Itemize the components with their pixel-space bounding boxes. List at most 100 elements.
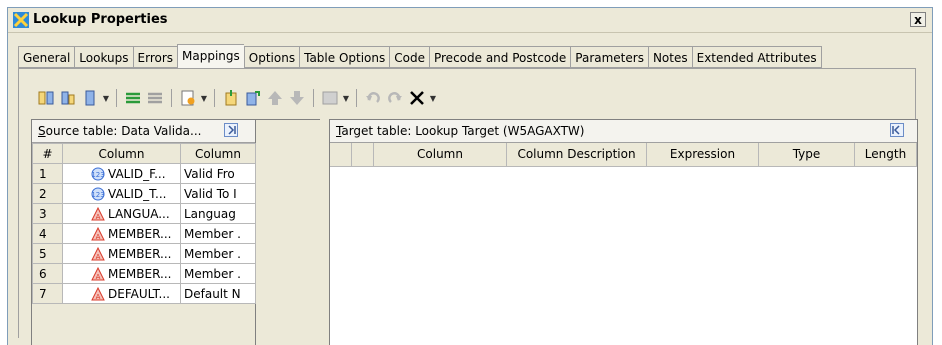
column-name-cell: A MEMBER...: [62, 263, 181, 284]
tab-lookups[interactable]: Lookups: [74, 46, 133, 68]
svg-text:A: A: [96, 213, 101, 221]
row-number: 1: [32, 163, 63, 184]
properties-tabs: General Lookups Errors Mappings Options …: [18, 44, 822, 68]
toolbar-separator: [356, 89, 357, 107]
export-icon[interactable]: [243, 88, 263, 108]
column-description-cell: Valid To I: [180, 183, 256, 204]
table-row[interactable]: 5 A MEMBER... Member .: [32, 243, 256, 264]
svg-text:A: A: [96, 233, 101, 241]
column-header-description[interactable]: Column: [180, 143, 256, 164]
lookup-app-icon: [13, 12, 29, 28]
svg-text:A: A: [96, 293, 101, 301]
chevron-right-icon: [228, 125, 236, 135]
character-column-icon: A: [91, 246, 105, 261]
column-description-cell: Valid Fro: [180, 163, 256, 184]
unmap-icon[interactable]: [145, 88, 165, 108]
column-header-type[interactable]: Type: [759, 143, 855, 166]
tab-general[interactable]: General: [18, 46, 75, 68]
table-row[interactable]: 7 A DEFAULT... Default N: [32, 283, 256, 304]
window-title: Lookup Properties: [33, 12, 168, 27]
mapping-toolbar: ▼ ▼ ▼ ▼: [12, 86, 437, 110]
column-description-cell: Member .: [180, 263, 256, 284]
character-column-icon: A: [91, 226, 105, 241]
tab-parameters[interactable]: Parameters: [570, 46, 648, 68]
numeric-column-icon: 123: [91, 187, 105, 200]
table-row[interactable]: 2 123 VALID_T... Valid To I: [32, 183, 256, 204]
column-name-cell: A MEMBER...: [62, 243, 181, 264]
tab-table-options[interactable]: Table Options: [299, 46, 390, 68]
table-row[interactable]: 4 A MEMBER... Member .: [32, 223, 256, 244]
row-number: 7: [32, 283, 63, 304]
column-header-selector[interactable]: [330, 143, 352, 166]
column-name-cell: 123 VALID_T...: [62, 183, 181, 204]
toolbar-separator: [214, 89, 215, 107]
mapping-lines-area: [256, 119, 320, 345]
tab-errors[interactable]: Errors: [132, 46, 178, 68]
column-header-column[interactable]: Column: [62, 143, 181, 164]
row-number: 2: [32, 183, 63, 204]
redo-icon[interactable]: [385, 88, 405, 108]
move-down-icon[interactable]: [287, 88, 307, 108]
row-number: 3: [32, 203, 63, 224]
toolbar-separator: [116, 89, 117, 107]
map-all-icon[interactable]: [123, 88, 143, 108]
table-row[interactable]: 6 A MEMBER... Member .: [32, 263, 256, 284]
row-number: 6: [32, 263, 63, 284]
import-icon[interactable]: [221, 88, 241, 108]
quick-map-icon[interactable]: [58, 88, 78, 108]
column-description-cell: Languag: [180, 203, 256, 224]
tab-code[interactable]: Code: [389, 46, 429, 68]
tab-extended-attributes[interactable]: Extended Attributes: [691, 46, 822, 68]
source-table-panel: Source table: Data Valida... # Column Co…: [31, 119, 256, 345]
character-column-icon: A: [91, 286, 105, 301]
svg-text:A: A: [96, 253, 101, 261]
character-column-icon: A: [91, 266, 105, 281]
chevron-left-icon: [892, 125, 900, 135]
column-name-cell: A LANGUA...: [62, 203, 181, 224]
column-header-column[interactable]: Column: [374, 143, 507, 166]
column-header-num[interactable]: #: [32, 143, 63, 164]
svg-text:123: 123: [91, 171, 104, 179]
row-number: 5: [32, 243, 63, 264]
svg-text:A: A: [96, 273, 101, 281]
tab-precode-postcode[interactable]: Precode and Postcode: [428, 46, 571, 68]
row-number: 4: [32, 223, 63, 244]
column-name-cell: A MEMBER...: [62, 223, 181, 244]
target-table-label: Target table: Lookup Target (W5AGAXTW): [336, 124, 585, 138]
target-table-panel: Target table: Lookup Target (W5AGAXTW) C…: [329, 119, 918, 345]
toolbar-separator: [171, 89, 172, 107]
column-header-expression[interactable]: Expression: [647, 143, 759, 166]
table-row[interactable]: 1 123 VALID_F... Valid Fro: [32, 163, 256, 184]
column-header-description[interactable]: Column Description: [507, 143, 647, 166]
close-button[interactable]: x: [910, 12, 926, 27]
target-table-header: Target table: Lookup Target (W5AGAXTW): [330, 120, 917, 143]
tab-notes[interactable]: Notes: [647, 46, 692, 68]
chevron-down-icon[interactable]: ▼: [200, 88, 208, 108]
target-columns-header-row: Column Column Description Expression Typ…: [330, 143, 917, 167]
source-columns-table: # Column Column 1 123 VALID_F... Valid Fr…: [32, 143, 256, 304]
move-up-icon[interactable]: [265, 88, 285, 108]
column-icon[interactable]: [80, 88, 100, 108]
collapse-target-button[interactable]: [890, 123, 904, 137]
chevron-down-icon[interactable]: ▼: [429, 88, 437, 108]
table-row[interactable]: 3 A LANGUA... Languag: [32, 203, 256, 224]
map-columns-icon[interactable]: [36, 88, 56, 108]
undo-icon[interactable]: [363, 88, 383, 108]
grid-icon[interactable]: [320, 88, 340, 108]
column-header-num[interactable]: [352, 143, 374, 166]
column-header-length[interactable]: Length: [855, 143, 917, 166]
tab-options[interactable]: Options: [243, 46, 300, 68]
column-name-cell: 123 VALID_F...: [62, 163, 181, 184]
chevron-down-icon[interactable]: ▼: [102, 88, 110, 108]
character-column-icon: A: [91, 206, 105, 221]
source-table-label: Source table: Data Valida...: [38, 124, 202, 138]
expand-source-button[interactable]: [224, 123, 238, 137]
svg-text:123: 123: [91, 191, 104, 199]
toolbar-separator: [313, 89, 314, 107]
numeric-column-icon: 123: [91, 167, 105, 180]
delete-icon[interactable]: [407, 88, 427, 108]
column-description-cell: Member .: [180, 223, 256, 244]
tab-mappings[interactable]: Mappings: [177, 44, 244, 68]
chevron-down-icon[interactable]: ▼: [342, 88, 350, 108]
expression-icon[interactable]: [178, 88, 198, 108]
